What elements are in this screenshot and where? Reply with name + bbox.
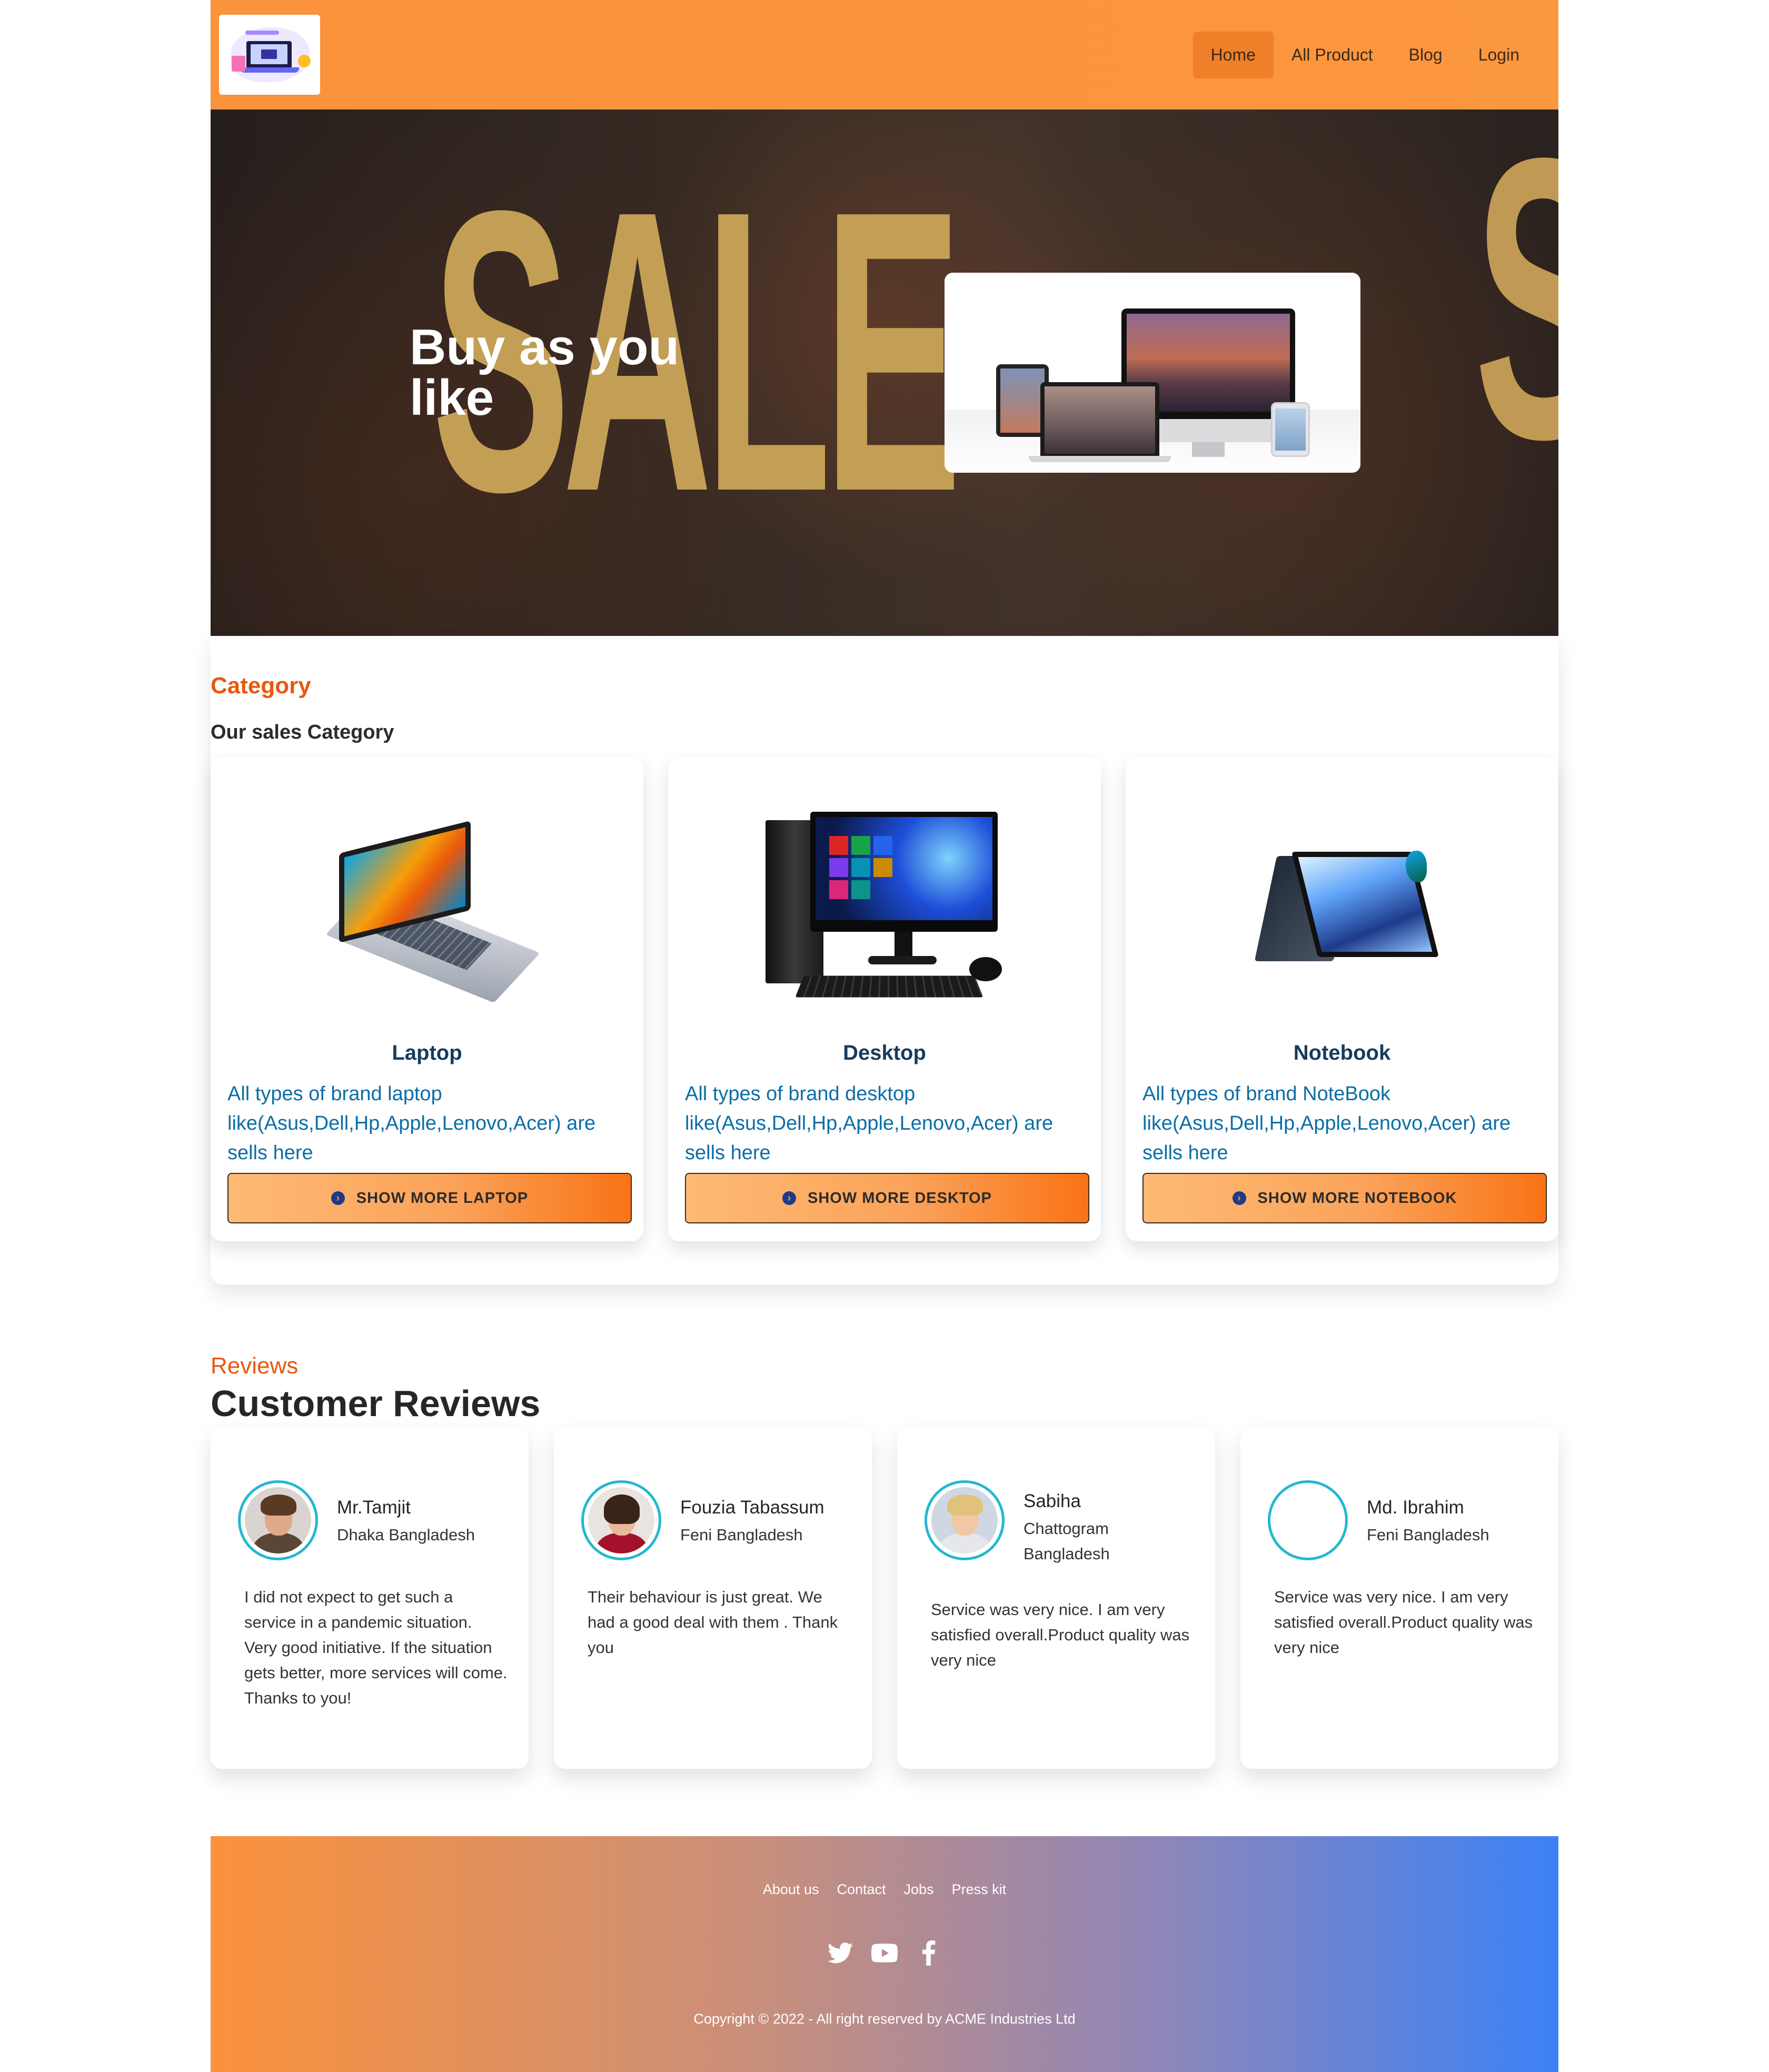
- category-description: All types of brand laptop like(Asus,Dell…: [227, 1083, 596, 1164]
- review-card: Mr.Tamjit Dhaka Bangladesh I did not exp…: [211, 1428, 529, 1769]
- category-description: All types of brand desktop like(Asus,Del…: [685, 1083, 1054, 1164]
- notebook-image: [1126, 778, 1558, 978]
- footer: About us Contact Jobs Press kit Copyrigh…: [211, 1836, 1558, 2072]
- show-more-laptop-button[interactable]: › SHOW MORE LAPTOP: [227, 1173, 632, 1223]
- footer-link-contact[interactable]: Contact: [837, 1881, 886, 1898]
- category-name: Desktop: [843, 1041, 926, 1064]
- reviewer-name: Fouzia Tabassum: [680, 1497, 824, 1518]
- review-card: Md. Ibrahim Feni Bangladesh Service was …: [1240, 1428, 1558, 1769]
- review-text: Their behaviour is just great. We had a …: [588, 1588, 838, 1657]
- nav-link-blog[interactable]: Blog: [1391, 32, 1460, 78]
- review-text: Service was very nice. I am very satisfi…: [931, 1600, 1190, 1669]
- footer-link-jobs[interactable]: Jobs: [904, 1881, 934, 1898]
- footer-links: About us Contact Jobs Press kit: [211, 1881, 1558, 1898]
- social-links: [211, 1939, 1558, 1967]
- nav-menu: Home All Product Blog Login: [1192, 31, 1537, 78]
- show-more-notebook-button[interactable]: › SHOW MORE NOTEBOOK: [1142, 1173, 1547, 1223]
- avatar: [1268, 1480, 1348, 1560]
- reviewer-location: Dhaka Bangladesh: [337, 1526, 475, 1544]
- category-card-laptop: Laptop All types of brand laptop like(As…: [211, 757, 643, 1241]
- category-name: Notebook: [1293, 1041, 1391, 1064]
- reviews-eyebrow: Reviews: [211, 1353, 299, 1379]
- reviewer-name: Mr.Tamjit: [337, 1497, 411, 1518]
- review-text: Service was very nice. I am very satisfi…: [1274, 1588, 1533, 1657]
- hero-title: Buy as you like: [410, 319, 680, 426]
- site-logo[interactable]: [219, 15, 320, 95]
- avatar: [238, 1480, 318, 1560]
- nav-link-all-product[interactable]: All Product: [1274, 32, 1391, 78]
- laptop-image: [211, 778, 643, 1003]
- hero-banner: SALE S Buy as you like: [211, 109, 1558, 636]
- category-section: Category Our sales Category Laptop All t…: [211, 636, 1558, 1284]
- review-card: Fouzia Tabassum Feni Bangladesh Their be…: [554, 1428, 872, 1769]
- category-subtitle: Our sales Category: [211, 721, 394, 743]
- nav-link-login[interactable]: Login: [1460, 32, 1537, 78]
- review-card: Sabiha Chattogram Bangladesh Service was…: [897, 1428, 1215, 1769]
- twitter-icon[interactable]: [827, 1939, 854, 1967]
- hero-devices-image: [945, 273, 1360, 473]
- footer-link-press-kit[interactable]: Press kit: [952, 1881, 1007, 1898]
- category-name: Laptop: [392, 1041, 462, 1064]
- reviewer-location: Chattogram Bangladesh: [1023, 1519, 1110, 1563]
- show-more-desktop-button[interactable]: › SHOW MORE DESKTOP: [685, 1173, 1089, 1223]
- category-eyebrow: Category: [211, 673, 311, 699]
- reviews-title: Customer Reviews: [211, 1383, 541, 1424]
- facebook-icon[interactable]: [915, 1939, 942, 1967]
- category-card-desktop: Desktop All types of brand desktop like(…: [668, 757, 1101, 1241]
- review-text: I did not expect to get such a service i…: [244, 1588, 508, 1707]
- avatar: [925, 1480, 1005, 1560]
- arrow-circle-right-icon: ›: [782, 1191, 796, 1205]
- reviewer-location: Feni Bangladesh: [680, 1526, 803, 1544]
- desktop-image: [668, 778, 1101, 998]
- navbar: Home All Product Blog Login: [211, 0, 1558, 109]
- arrow-circle-right-icon: ›: [1232, 1191, 1246, 1205]
- nav-link-home[interactable]: Home: [1192, 31, 1274, 78]
- reviewer-location: Feni Bangladesh: [1367, 1526, 1489, 1544]
- footer-link-about[interactable]: About us: [763, 1881, 819, 1898]
- youtube-icon[interactable]: [871, 1939, 898, 1967]
- copyright-text: Copyright © 2022 - All right reserved by…: [693, 2011, 1076, 2027]
- reviewer-name: Md. Ibrahim: [1367, 1497, 1464, 1518]
- category-card-notebook: Notebook All types of brand NoteBook lik…: [1126, 757, 1558, 1241]
- page: Home All Product Blog Login SALE S Buy a…: [0, 0, 1769, 2072]
- reviewer-name: Sabiha: [1023, 1491, 1081, 1511]
- avatar: [581, 1480, 661, 1560]
- category-description: All types of brand NoteBook like(Asus,De…: [1142, 1083, 1511, 1164]
- arrow-circle-right-icon: ›: [331, 1191, 345, 1205]
